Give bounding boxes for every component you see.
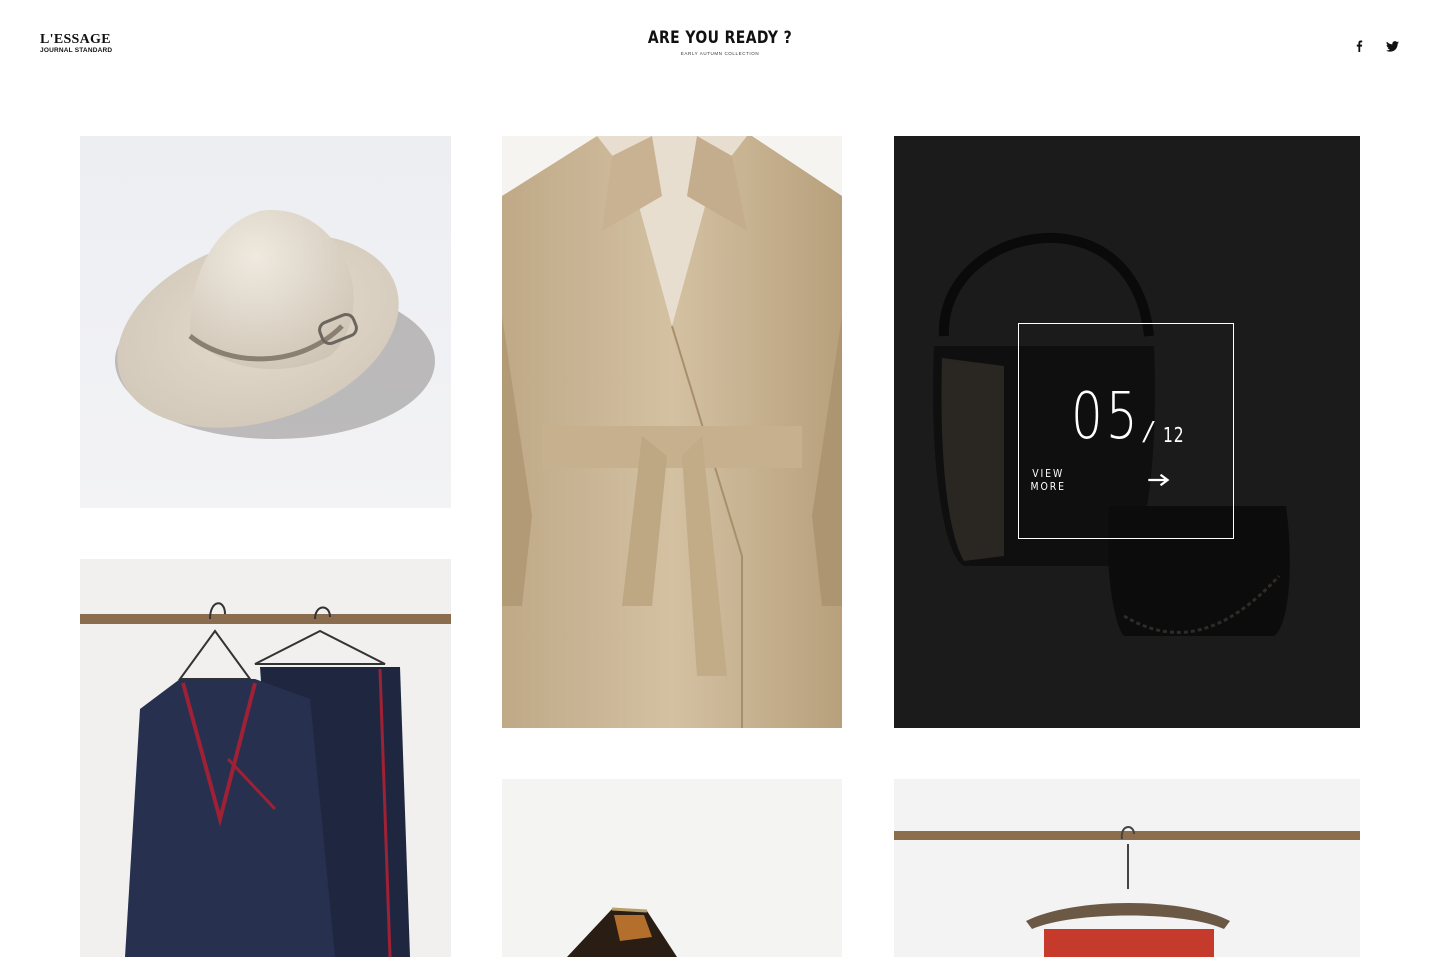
skirt-on-hanger-photo (894, 779, 1360, 957)
hat-photo (80, 136, 451, 508)
facebook-icon (1356, 40, 1363, 52)
slide-counter-current: 05 (1071, 380, 1141, 454)
slide-counter-total: 12 (1163, 423, 1185, 447)
collection-title-main: ARE YOU READY ? (647, 28, 793, 48)
view-more-label: VIEW MORE (1030, 467, 1066, 493)
pinstripe-pajama-set-photo (80, 559, 451, 957)
gallery-item-bag[interactable]: 05 / 12 VIEW MORE (894, 136, 1360, 728)
slide-counter: 05 / 12 (1019, 384, 1233, 450)
gallery-item-trench-coat[interactable] (502, 136, 842, 728)
shoes-photo (502, 779, 842, 957)
collection-subtitle: EARLY AUTUMN COLLECTION (680, 51, 760, 56)
gallery-item-hat[interactable] (80, 136, 451, 508)
gallery-item-pajama-set[interactable] (80, 559, 451, 957)
view-more-link[interactable]: VIEW MORE (1019, 467, 1233, 493)
slide-counter-separator: / (1141, 417, 1156, 447)
arrow-right-icon (1148, 473, 1170, 487)
twitter-link[interactable] (1386, 39, 1399, 53)
collection-title: ARE YOU READY ? EARLY AUTUMN COLLECTION (0, 30, 1440, 57)
trench-coat-photo (502, 136, 842, 728)
gallery-item-skirt[interactable] (894, 779, 1360, 957)
gallery-item-shoes[interactable] (502, 779, 842, 957)
twitter-icon (1386, 40, 1399, 52)
slide-counter-panel[interactable]: 05 / 12 VIEW MORE (1018, 323, 1234, 539)
facebook-link[interactable] (1355, 39, 1363, 53)
